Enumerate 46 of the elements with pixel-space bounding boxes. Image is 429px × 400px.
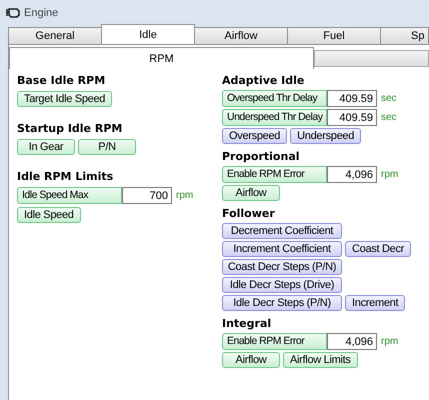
section-heading: Adaptive Idle — [222, 74, 306, 88]
field-label: Underspeed Thr Delay — [222, 109, 327, 126]
section-heading: Idle RPM Limits — [17, 170, 114, 184]
parameter-button[interactable]: Airflow Limits — [283, 352, 358, 368]
parameter-button[interactable]: Coast Decr Steps (P/N) — [222, 259, 342, 275]
parameter-button[interactable]: P/N — [78, 139, 136, 155]
unit-label: rpm — [381, 336, 398, 347]
tab[interactable]: Sp — [380, 27, 429, 44]
parameter-button[interactable]: Increment Coefficient — [222, 241, 342, 257]
parameter-button[interactable]: Underspeed — [290, 128, 362, 144]
tab[interactable]: Fuel — [287, 27, 381, 44]
parameter-button[interactable]: Coast Decr — [345, 241, 412, 257]
parameter-button[interactable]: Decrement Coefficient — [222, 223, 342, 239]
field-label: Enable RPM Error — [222, 166, 327, 183]
field-label: Enable RPM Error — [222, 333, 327, 350]
unit-label: rpm — [176, 190, 194, 201]
tab[interactable]: General — [8, 27, 102, 44]
parameter-button[interactable]: Airflow — [222, 185, 280, 201]
parameter-button[interactable]: Idle Decr Steps (P/N) — [222, 295, 342, 311]
engine-icon — [6, 7, 20, 18]
tab[interactable]: Idle — [101, 24, 195, 44]
parameter-button[interactable]: Increment — [345, 295, 406, 311]
field-label: Idle Speed Max — [17, 187, 122, 204]
unit-label: sec — [381, 112, 397, 123]
parameter-button[interactable]: Airflow — [222, 352, 280, 368]
parameter-button[interactable]: In Gear — [17, 139, 75, 155]
window-title: Engine — [24, 6, 58, 18]
unit-label: sec — [381, 93, 397, 104]
section-heading: Proportional — [222, 150, 301, 164]
section-heading: Base Idle RPM — [17, 74, 106, 88]
parameter-button[interactable]: Overspeed — [222, 128, 288, 144]
field-label: Overspeed Thr Delay — [222, 90, 327, 107]
tab[interactable]: RPM — [9, 47, 314, 69]
input-field[interactable]: 700 — [122, 187, 172, 204]
section-heading: Integral — [222, 317, 272, 331]
parameter-button[interactable]: Target Idle Speed — [17, 91, 112, 107]
parameter-button[interactable]: Idle Speed — [17, 207, 81, 223]
section-heading: Follower — [222, 207, 276, 221]
input-field[interactable]: 409.59 — [327, 90, 377, 107]
section-heading: Startup Idle RPM — [17, 122, 124, 136]
input-field[interactable]: 4,096 — [327, 333, 377, 350]
unit-label: rpm — [381, 169, 398, 180]
input-field[interactable]: 409.59 — [327, 109, 377, 126]
tab[interactable]: Airflow — [194, 27, 288, 44]
input-field[interactable]: 4,096 — [327, 166, 377, 183]
parameter-button[interactable]: Idle Decr Steps (Drive) — [222, 277, 342, 293]
